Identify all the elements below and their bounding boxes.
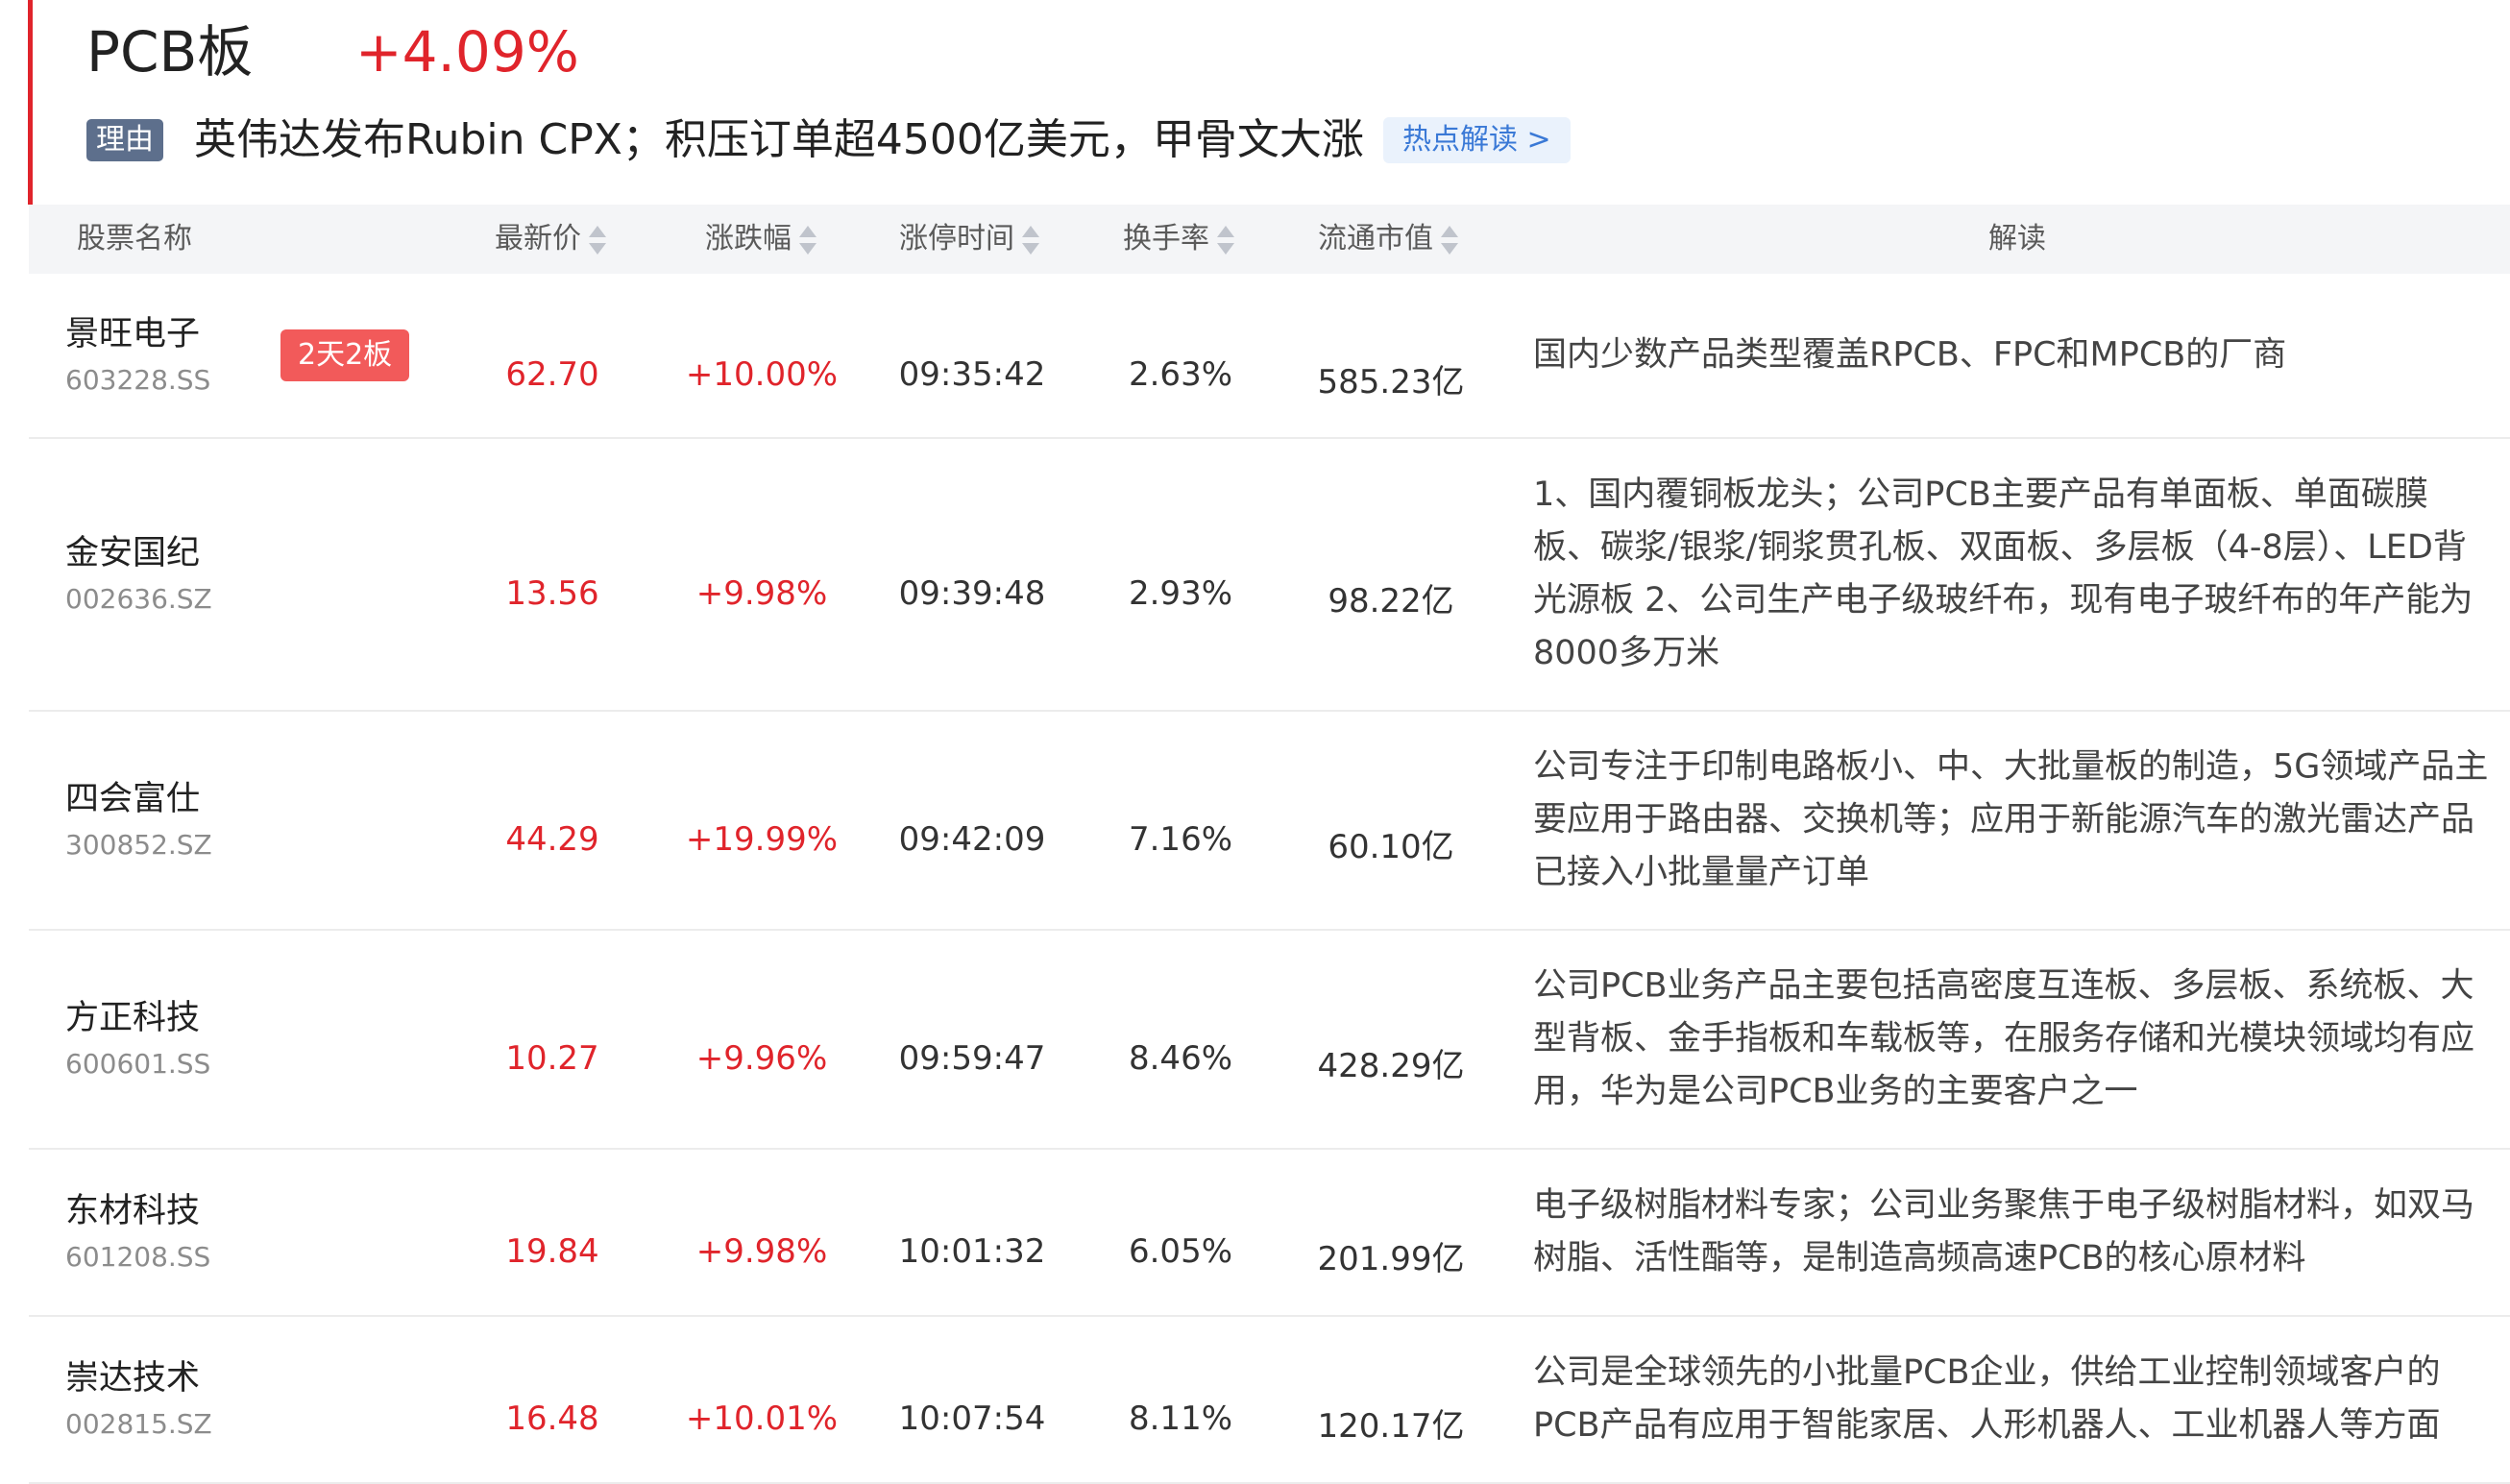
turnover-value: 2.63% — [1128, 355, 1233, 394]
turnover-value: 8.11% — [1128, 1399, 1233, 1438]
stock-table: 股票名称 最新价 涨跌幅 涨停时间 换手率 流通市值 解读 景旺电子 60322… — [29, 205, 2510, 1484]
sector-title: PCB板 — [86, 19, 254, 85]
market-cap-value: 120.17亿 — [1317, 1407, 1465, 1446]
analysis-text: 电子级树脂材料专家；公司业务聚焦于电子级树脂材料，如双马树脂、活性酯等，是制造高… — [1533, 1186, 2475, 1277]
sort-icon[interactable] — [1439, 224, 1460, 256]
limit-time-value: 09:39:48 — [898, 574, 1046, 613]
hot-topic-link[interactable]: 热点解读 > — [1383, 117, 1571, 163]
table-row[interactable]: 四会富仕 300852.SZ 44.29 +19.99% 09:42:09 7.… — [29, 712, 2510, 931]
price-value: 62.70 — [505, 355, 599, 394]
col-limit-time[interactable]: 涨停时间 — [899, 205, 1041, 274]
col-market-cap-label: 流通市值 — [1318, 222, 1433, 255]
col-name-label: 股票名称 — [77, 222, 192, 255]
analysis-text: 公司专注于印制电路板小、中、大批量板的制造，5G领域产品主要应用于路由器、交换机… — [1533, 747, 2489, 892]
col-turnover-label: 换手率 — [1123, 222, 1209, 255]
stock-name-cell[interactable]: 方正科技 600601.SS — [65, 993, 210, 1085]
col-analysis-label: 解读 — [1988, 222, 2046, 255]
stock-name-cell[interactable]: 景旺电子 603228.SS — [65, 309, 210, 401]
table-row[interactable]: 东材科技 601208.SS 19.84 +9.98% 10:01:32 6.0… — [29, 1150, 2510, 1317]
stock-name-cell[interactable]: 四会富仕 300852.SZ — [65, 774, 212, 866]
limit-time-value: 09:42:09 — [898, 820, 1046, 859]
col-analysis: 解读 — [1988, 205, 2046, 274]
analysis-text: 公司是全球领先的小批量PCB企业，供给工业控制领域客户的PCB产品有应用于智能家… — [1533, 1353, 2441, 1445]
stock-name[interactable]: 四会富仕 — [65, 774, 212, 824]
col-market-cap[interactable]: 流通市值 — [1318, 205, 1460, 274]
table-row[interactable]: 金安国纪 002636.SZ 13.56 +9.98% 09:39:48 2.9… — [29, 439, 2510, 712]
col-name: 股票名称 — [77, 205, 192, 274]
price-value: 16.48 — [505, 1399, 599, 1438]
price-value: 19.84 — [505, 1232, 599, 1271]
col-price-label: 最新价 — [495, 222, 581, 255]
market-cap-value: 585.23亿 — [1317, 363, 1465, 401]
change-value: +9.98% — [695, 574, 828, 613]
table-row[interactable]: 方正科技 600601.SS 10.27 +9.96% 09:59:47 8.4… — [29, 931, 2510, 1150]
table-row[interactable]: 崇达技术 002815.SZ 16.48 +10.01% 10:07:54 8.… — [29, 1317, 2510, 1484]
change-value: +10.01% — [685, 1399, 839, 1438]
price-value: 13.56 — [505, 574, 599, 613]
sort-icon[interactable] — [797, 224, 818, 256]
price-value: 10.27 — [505, 1039, 599, 1078]
change-value: +9.98% — [695, 1232, 828, 1271]
analysis-text: 国内少数产品类型覆盖RPCB、FPC和MPCB的厂商 — [1533, 335, 2287, 375]
stock-code: 600601.SS — [65, 1048, 211, 1080]
change-value: +19.99% — [685, 820, 839, 859]
limit-time-value: 09:59:47 — [898, 1039, 1046, 1078]
reason-text: 英伟达发布Rubin CPX；积压订单超4500亿美元，甲骨文大涨 — [194, 115, 1364, 164]
market-cap-value: 98.22亿 — [1328, 582, 1454, 620]
market-cap-value: 60.10亿 — [1328, 828, 1454, 866]
accent-bar — [28, 0, 33, 205]
stock-name[interactable]: 金安国纪 — [65, 528, 212, 578]
table-row[interactable]: 景旺电子 603228.SS 2天2板 62.70 +10.00% 09:35:… — [29, 274, 2510, 439]
stock-code: 002636.SZ — [65, 583, 212, 615]
stock-code: 603228.SS — [65, 364, 211, 396]
col-change-label: 涨跌幅 — [705, 222, 792, 255]
analysis-text: 公司PCB业务产品主要包括高密度互连板、多层板、系统板、大型背板、金手指板和车载… — [1533, 966, 2475, 1111]
sort-icon[interactable] — [1215, 224, 1236, 256]
change-value: +9.96% — [695, 1039, 828, 1078]
change-value: +10.00% — [685, 355, 839, 394]
sector-header: PCB板 +4.09% 理由 英伟达发布Rubin CPX；积压订单超4500亿… — [0, 0, 2510, 205]
turnover-value: 6.05% — [1128, 1232, 1233, 1271]
page: PCB板 +4.09% 理由 英伟达发布Rubin CPX；积压订单超4500亿… — [0, 0, 2510, 1484]
stock-name[interactable]: 方正科技 — [65, 993, 210, 1043]
market-cap-value: 201.99亿 — [1317, 1240, 1465, 1278]
turnover-value: 8.46% — [1128, 1039, 1233, 1078]
stock-name[interactable]: 东材科技 — [65, 1186, 210, 1236]
limit-time-value: 10:07:54 — [898, 1399, 1046, 1438]
col-turnover[interactable]: 换手率 — [1123, 205, 1236, 274]
stock-name[interactable]: 崇达技术 — [65, 1353, 212, 1403]
stock-code: 002815.SZ — [65, 1408, 212, 1440]
limit-time-value: 10:01:32 — [898, 1232, 1046, 1271]
col-change[interactable]: 涨跌幅 — [705, 205, 818, 274]
sort-icon[interactable] — [1020, 224, 1041, 256]
stock-name-cell[interactable]: 金安国纪 002636.SZ — [65, 528, 212, 620]
stock-name[interactable]: 景旺电子 — [65, 309, 210, 359]
sort-icon[interactable] — [587, 224, 608, 256]
price-value: 44.29 — [505, 820, 599, 859]
stock-code: 300852.SZ — [65, 829, 212, 861]
stock-code: 601208.SS — [65, 1241, 211, 1273]
stock-name-cell[interactable]: 崇达技术 002815.SZ — [65, 1353, 212, 1446]
table-header: 股票名称 最新价 涨跌幅 涨停时间 换手率 流通市值 解读 — [29, 205, 2510, 274]
stock-name-cell[interactable]: 东材科技 601208.SS — [65, 1186, 210, 1278]
limit-up-badge: 2天2板 — [280, 329, 410, 381]
analysis-text: 1、国内覆铜板龙头；公司PCB主要产品有单面板、单面碳膜板、碳浆/银浆/铜浆贯孔… — [1533, 475, 2473, 672]
limit-time-value: 09:35:42 — [898, 355, 1046, 394]
turnover-value: 2.93% — [1128, 574, 1233, 613]
market-cap-value: 428.29亿 — [1317, 1047, 1465, 1085]
turnover-value: 7.16% — [1128, 820, 1233, 859]
col-limit-time-label: 涨停时间 — [899, 222, 1014, 255]
reason-tag: 理由 — [86, 119, 163, 161]
col-price[interactable]: 最新价 — [495, 205, 608, 274]
sector-change: +4.09% — [355, 19, 579, 85]
